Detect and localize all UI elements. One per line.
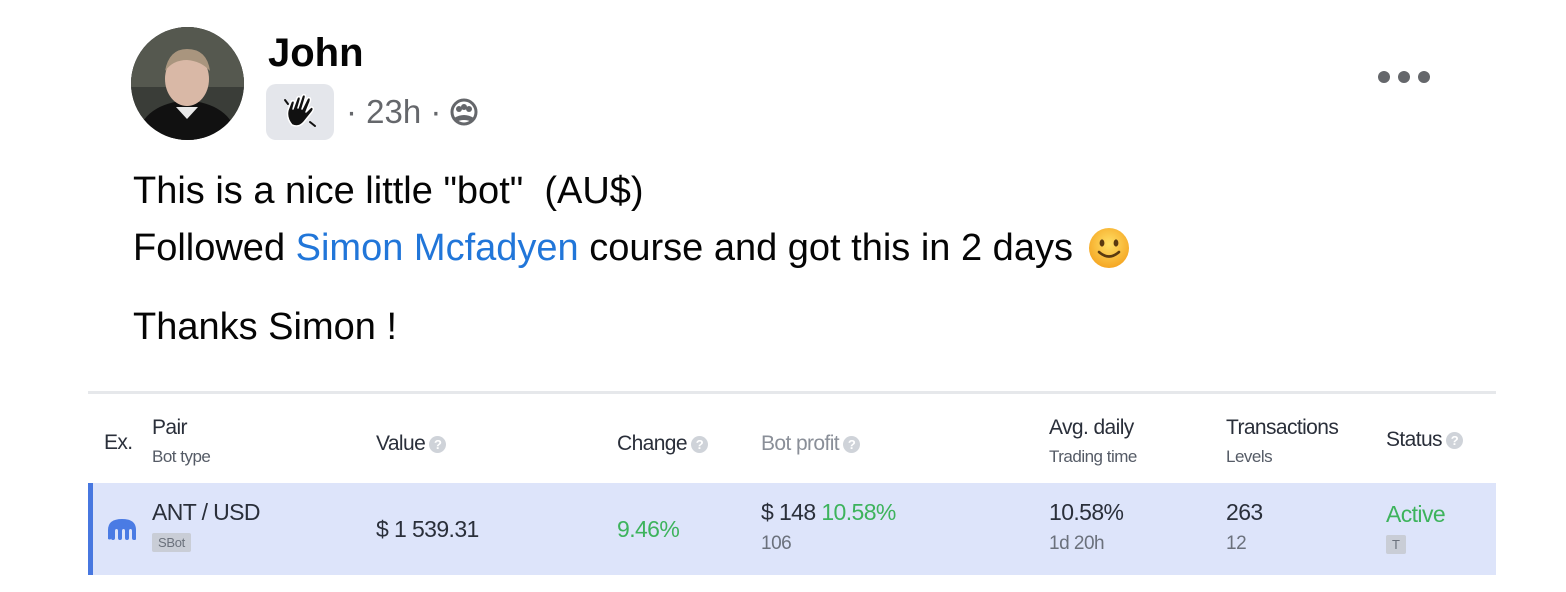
more-options-icon [1378, 71, 1390, 83]
status-badge: Active [1386, 501, 1446, 527]
header-trading-time: Trading time [1049, 447, 1137, 466]
header-pair: Pair [152, 416, 188, 439]
help-icon[interactable]: ? [1445, 432, 1463, 449]
trading-time-cell: 1d 20h [1049, 533, 1105, 554]
avatar-photo [131, 27, 244, 140]
header-levels: Levels [1226, 447, 1273, 466]
bot-profit-cell: $ 148 10.58% [761, 499, 896, 526]
waving-hand-badge[interactable] [266, 84, 334, 140]
post-text-line-2: Followed Simon Mcfadyen course and got t… [133, 225, 1131, 271]
kraken-exchange-icon [108, 519, 136, 540]
bot-table-image: Ex. Pair Bot type Value? Change? Bot pro… [88, 391, 1496, 576]
header-status-label: Status [1386, 428, 1443, 451]
author-avatar[interactable] [131, 27, 244, 140]
more-options-button[interactable] [1378, 64, 1430, 90]
header-value: Value? [376, 432, 447, 456]
header-value-label: Value [376, 432, 426, 455]
header-status: Status? [1386, 428, 1463, 452]
post-text-before-mention: Followed [133, 227, 296, 269]
transactions-cell: 263 [1226, 499, 1263, 525]
pair-cell: ANT / USD [152, 499, 261, 525]
header-ex: Ex. [104, 431, 133, 454]
more-options-icon [1418, 71, 1430, 83]
help-icon[interactable]: ? [843, 436, 861, 453]
waving-hand-icon [284, 93, 316, 127]
levels-cell: 12 [1226, 533, 1247, 554]
mention-link[interactable]: Simon Mcfadyen [296, 227, 579, 269]
post-text-line-3: Thanks Simon ! [133, 306, 397, 348]
change-cell: 9.46% [617, 516, 680, 542]
bot-type-tag: SBot [152, 533, 191, 552]
avg-daily-cell: 10.58% [1049, 499, 1124, 525]
slightly-smiling-face-icon [1088, 228, 1129, 268]
post-meta: · 23h · [266, 84, 481, 140]
audience-glyph [450, 98, 478, 126]
bot-profit-sub: 106 [761, 533, 792, 554]
table-row[interactable]: ANT / USD SBot $ 1 539.31 9.46% $ 148 10… [88, 483, 1496, 575]
header-change: Change? [617, 432, 708, 456]
header-transactions: Transactions [1226, 416, 1339, 439]
post-timestamp[interactable]: · 23h · [346, 92, 441, 132]
more-options-icon [1398, 71, 1410, 83]
help-icon[interactable]: ? [690, 436, 708, 453]
author-name[interactable]: John [268, 30, 364, 76]
header-bot-profit: Bot profit? [761, 432, 861, 456]
post-text-line-1: This is a nice little "bot" (AU$) [133, 170, 644, 212]
group-members-icon[interactable] [447, 95, 481, 129]
bot-profit-amount: $ 148 [761, 499, 816, 525]
post-text-after-mention: course and got this in 2 days [578, 227, 1073, 269]
bot-type-cell: SBot [152, 533, 191, 552]
status-tag-cell: T [1386, 535, 1406, 554]
header-bot-type: Bot type [152, 447, 211, 466]
header-avg-daily: Avg. daily [1049, 416, 1134, 439]
help-icon[interactable]: ? [429, 436, 447, 453]
bot-profit-percent: 10.58% [821, 499, 896, 525]
header-bot-profit-label: Bot profit [761, 432, 840, 455]
status-tag: T [1386, 535, 1406, 554]
header-change-label: Change [617, 432, 688, 455]
value-cell: $ 1 539.31 [376, 516, 479, 542]
